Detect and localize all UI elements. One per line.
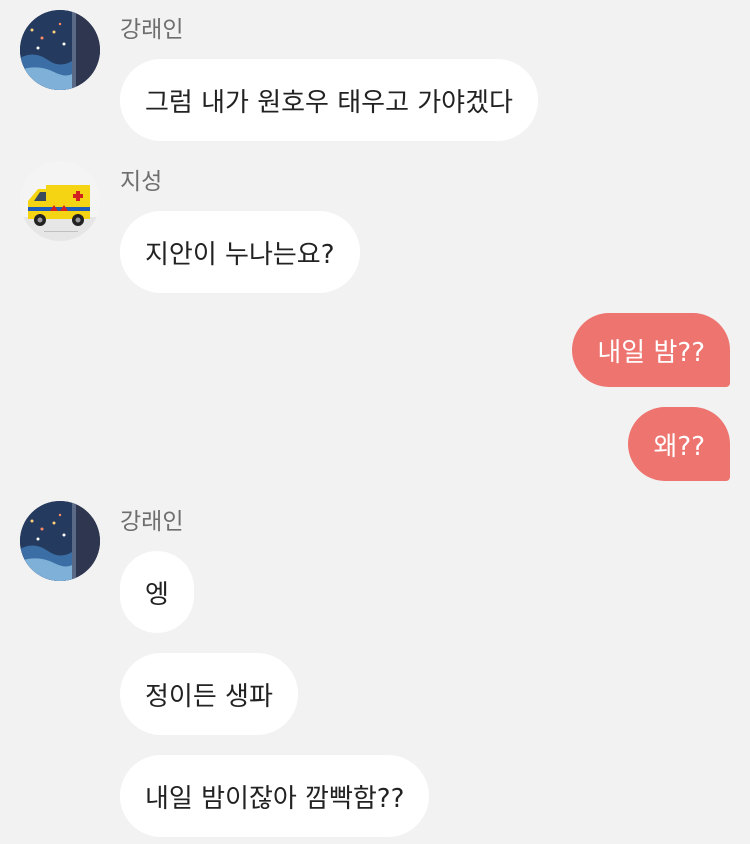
chat-screen: 강래인 그럼 내가 원호우 태우고 가야겠다 지성 지안이 누나는요? 내일 밤… <box>0 0 750 844</box>
sender-name: 강래인 <box>120 509 184 535</box>
incoming-message-bubble[interactable]: 엥 <box>120 551 194 633</box>
incoming-message-bubble[interactable]: 내일 밤이잖아 깜빡함?? <box>120 755 430 837</box>
outgoing-message-bubble[interactable]: 왜?? <box>628 407 730 481</box>
incoming-message-bubble[interactable]: 정이든 생파 <box>120 653 298 735</box>
ambulance-avatar-icon[interactable] <box>20 161 100 241</box>
outgoing-message-bubble[interactable]: 내일 밤?? <box>572 313 730 387</box>
sender-name: 강래인 <box>120 17 184 43</box>
night-scene-avatar-icon[interactable] <box>20 501 100 581</box>
incoming-message-bubble[interactable]: 그럼 내가 원호우 태우고 가야겠다 <box>120 59 538 141</box>
sender-name: 지성 <box>120 169 163 195</box>
night-scene-avatar-icon[interactable] <box>20 10 100 90</box>
incoming-message-bubble[interactable]: 지안이 누나는요? <box>120 211 360 293</box>
